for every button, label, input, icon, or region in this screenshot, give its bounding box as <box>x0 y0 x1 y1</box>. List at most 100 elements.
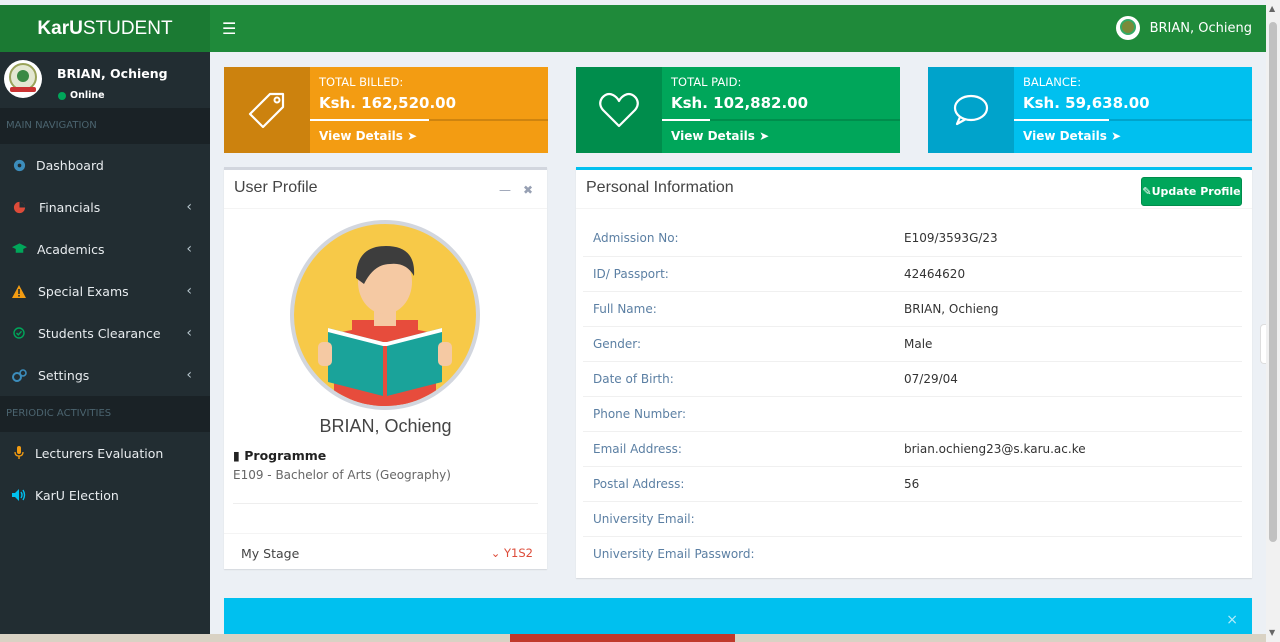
total-paid-box: TOTAL PAID: Ksh. 102,882.00 View Details… <box>576 67 900 153</box>
sidebar-item-label: KarU Election <box>35 487 119 503</box>
view-details-link[interactable]: View Details ➤ <box>1023 129 1121 143</box>
page-scrollbar[interactable]: ▲ ▼ <box>1266 0 1280 642</box>
sidebar-item-label: Settings <box>38 367 90 383</box>
chevron-left-icon: ‹ <box>186 325 192 341</box>
info-label: BALANCE: <box>1023 75 1082 89</box>
info-amount: Ksh. 59,638.00 <box>1023 94 1150 112</box>
stage-value[interactable]: ⌄ Y1S2 <box>491 546 533 560</box>
brand-bold: KarU <box>37 17 83 39</box>
sidebar-item-settings[interactable]: Settings ‹ <box>0 354 210 396</box>
pie-chart-icon <box>8 201 30 214</box>
arrow-circle-right-icon: ➤ <box>759 129 770 143</box>
view-details-link[interactable]: View Details ➤ <box>671 129 769 143</box>
chevron-left-icon: ‹ <box>186 283 192 299</box>
periodic-activities-header: PERIODIC ACTIVITIES <box>0 396 210 432</box>
minus-icon[interactable]: — <box>499 183 511 197</box>
online-status: Online <box>58 90 105 101</box>
brand-logo[interactable]: KarU STUDENT <box>0 5 210 52</box>
chevron-down-icon: ⌄ <box>490 546 501 560</box>
brand-rest: STUDENT <box>82 17 173 39</box>
info-label: TOTAL PAID: <box>671 75 742 89</box>
table-row: University Email Password: <box>583 536 1242 571</box>
sidebar-item-financials[interactable]: Financials ‹ <box>0 186 210 228</box>
university-logo <box>4 60 42 98</box>
close-icon[interactable]: ✖ <box>523 183 533 197</box>
update-profile-button[interactable]: ✎ Update Profile <box>1141 177 1242 206</box>
warning-icon <box>8 284 30 298</box>
chevron-left-icon: ‹ <box>186 367 192 383</box>
sidebar-item-label: Academics <box>37 241 105 257</box>
taskbar-strip <box>0 634 1266 642</box>
progress-fill <box>1014 119 1110 121</box>
chevron-left-icon: ‹ <box>186 241 192 257</box>
info-label: TOTAL BILLED: <box>319 75 404 89</box>
view-details-link[interactable]: View Details ➤ <box>319 129 417 143</box>
hamburger-icon[interactable]: ☰ <box>222 19 236 38</box>
sidebar-item-students-clearance[interactable]: Students Clearance ‹ <box>0 312 210 354</box>
box-title: Personal Information <box>586 179 734 196</box>
comment-icon <box>928 67 1014 153</box>
arrow-circle-right-icon: ➤ <box>407 129 418 143</box>
top-user-name: BRIAN, Ochieng <box>1149 20 1252 36</box>
sidebar-user-panel: BRIAN, Ochieng Online <box>0 52 210 108</box>
arrow-circle-right-icon: ➤ <box>1111 129 1122 143</box>
tag-icon <box>224 67 310 153</box>
table-row: Phone Number: <box>583 396 1242 431</box>
sidebar-item-label: Special Exams <box>38 283 129 299</box>
close-icon[interactable]: × <box>1226 612 1238 628</box>
table-row: ID/ Passport: 42464620 <box>583 256 1242 291</box>
sidebar-user-name: BRIAN, Ochieng <box>57 66 168 81</box>
sidebar-item-label: Dashboard <box>36 157 104 173</box>
chevron-left-icon: ‹ <box>186 199 192 215</box>
microphone-icon <box>8 446 30 460</box>
sidebar-item-special-exams[interactable]: Special Exams ‹ <box>0 270 210 312</box>
main-nav-header: MAIN NAVIGATION <box>0 108 210 144</box>
sidebar-item-lecturers-evaluation[interactable]: Lecturers Evaluation <box>0 432 210 474</box>
progress-fill <box>310 119 429 121</box>
table-row: Admission No: E109/3593G/23 <box>593 231 998 245</box>
balance-box: BALANCE: Ksh. 59,638.00 View Details ➤ <box>928 67 1252 153</box>
box-title: User Profile <box>234 179 318 196</box>
programme-label: ▮ Programme <box>233 448 327 463</box>
sidebar-item-karu-election[interactable]: KarU Election <box>0 474 210 516</box>
box-tools: — ✖ <box>487 183 533 197</box>
table-row: Full Name: BRIAN, Ochieng <box>583 291 1242 326</box>
sidebar-item-label: Financials <box>39 199 101 215</box>
progress-fill <box>662 119 710 121</box>
user-menu[interactable]: BRIAN, Ochieng <box>1115 16 1252 40</box>
personal-info-table: Admission No: E109/3593G/23 ID/ Passport:… <box>583 221 1242 571</box>
table-row: Gender: Male <box>583 326 1242 361</box>
scroll-down-icon[interactable]: ▼ <box>1269 628 1275 637</box>
heart-icon <box>576 67 662 153</box>
graduation-cap-icon <box>8 243 30 255</box>
scroll-thumb[interactable] <box>1269 22 1277 542</box>
table-row: University Email: <box>583 501 1242 536</box>
online-dot-icon <box>58 91 66 100</box>
personal-information-box: Personal Information ✎ Update Profile Adm… <box>576 167 1252 578</box>
table-row: Postal Address: 56 <box>583 466 1242 501</box>
info-amount: Ksh. 162,520.00 <box>319 94 457 112</box>
sidebar-item-academics[interactable]: Academics ‹ <box>0 228 210 270</box>
user-profile-box: User Profile — ✖ BRIAN, Ochieng ▮ Program… <box>224 167 547 569</box>
sidebar-item-dashboard[interactable]: Dashboard <box>0 144 210 186</box>
book-icon: ▮ <box>233 448 240 463</box>
programme-value: E109 - Bachelor of Arts (Geography) <box>233 468 451 482</box>
top-navbar: KarU STUDENT ☰ BRIAN, Ochieng <box>0 5 1266 52</box>
profile-name: BRIAN, Ochieng <box>319 416 452 436</box>
sidebar-item-label: Lecturers Evaluation <box>35 445 164 461</box>
info-amount: Ksh. 102,882.00 <box>671 94 809 112</box>
edit-icon: ✎ <box>1142 185 1152 198</box>
check-circle-icon <box>8 327 30 339</box>
stage-label: My Stage <box>241 546 300 561</box>
volume-icon <box>8 489 30 501</box>
sidebar-item-label: Students Clearance <box>38 325 161 341</box>
avatar <box>1115 16 1140 40</box>
sidebar: BRIAN, Ochieng Online MAIN NAVIGATION Da… <box>0 52 210 642</box>
total-billed-box: TOTAL BILLED: Ksh. 162,520.00 View Detai… <box>224 67 548 153</box>
table-row: Email Address: brian.ochieng23@s.karu.ac.… <box>583 431 1242 466</box>
dashboard-icon <box>8 159 30 172</box>
profile-avatar <box>290 220 480 410</box>
table-row: Date of Birth: 07/29/04 <box>583 361 1242 396</box>
scroll-up-icon[interactable]: ▲ <box>1269 4 1275 13</box>
cogs-icon <box>8 368 30 382</box>
